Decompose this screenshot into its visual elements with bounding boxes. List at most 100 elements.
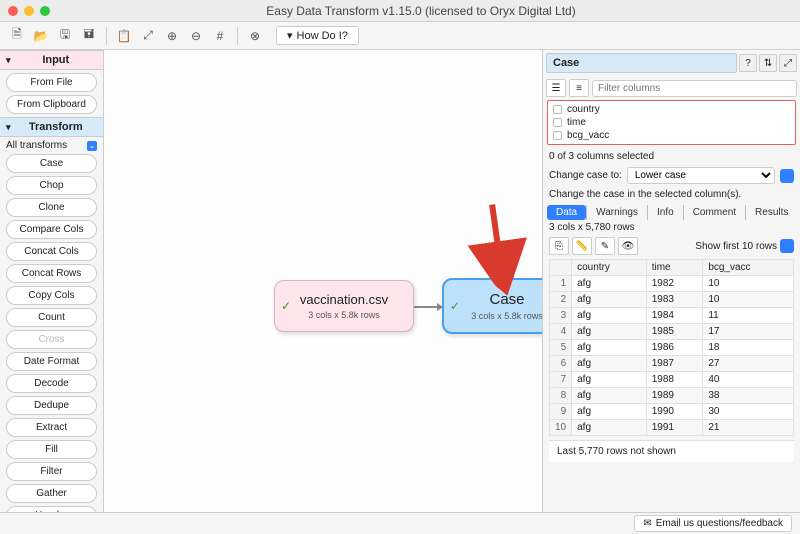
canvas[interactable]: ✓ vaccination.csv 3 cols x 5.8k rows ✓ C…: [104, 50, 542, 512]
sidebar-item-decode[interactable]: Decode: [6, 374, 97, 393]
column-header[interactable]: time: [646, 260, 703, 276]
cell: afg: [572, 292, 647, 308]
selection-info: 0 of 3 columns selected: [543, 149, 800, 164]
sidebar-item-from-clipboard[interactable]: From Clipboard: [6, 95, 97, 114]
cell: afg: [572, 276, 647, 292]
table-row: 5afg198618: [550, 340, 794, 356]
save-icon[interactable]: 🖫: [54, 26, 76, 46]
fullscreen-window-button[interactable]: [40, 6, 50, 16]
sidebar-item-copy-cols[interactable]: Copy Cols: [6, 286, 97, 305]
cell: 38: [703, 388, 794, 404]
row-number-header: [550, 260, 572, 276]
transform-filter[interactable]: All transforms⌄: [6, 140, 97, 151]
open-file-icon[interactable]: 📂: [30, 26, 52, 46]
node-subtitle: 3 cols x 5.8k rows: [471, 311, 542, 321]
input-node[interactable]: ✓ vaccination.csv 3 cols x 5.8k rows: [274, 280, 414, 332]
columns-list: countrytimebcg_vacc: [547, 100, 796, 145]
case-node[interactable]: ✓ Case 3 cols x 5.8k rows: [442, 278, 542, 334]
cell: 1986: [646, 340, 703, 356]
sidebar-item-chop[interactable]: Chop: [6, 176, 97, 195]
table-row: 7afg198840: [550, 372, 794, 388]
grid-icon[interactable]: #: [209, 26, 231, 46]
sidebar-item-filter[interactable]: Filter: [6, 462, 97, 481]
zoom-out-icon[interactable]: ⊖: [185, 26, 207, 46]
table-row: 2afg198310: [550, 292, 794, 308]
minimize-window-button[interactable]: [24, 6, 34, 16]
dimensions-label: 3 cols x 5,780 rows: [543, 220, 800, 235]
column-header[interactable]: bcg_vacc: [703, 260, 794, 276]
sidebar-item-cross[interactable]: Cross: [6, 330, 97, 349]
tab-info[interactable]: Info: [647, 205, 683, 220]
sidebar-item-header[interactable]: Header: [6, 506, 97, 512]
checkbox[interactable]: [553, 105, 562, 114]
sidebar-item-extract[interactable]: Extract: [6, 418, 97, 437]
row-number: 8: [550, 388, 572, 404]
cell: 30: [703, 404, 794, 420]
table-row: 6afg198727: [550, 356, 794, 372]
row-number: 4: [550, 324, 572, 340]
expand-icon[interactable]: ⤢: [779, 54, 797, 72]
preview-icon[interactable]: 👁: [618, 237, 638, 255]
row-number: 3: [550, 308, 572, 324]
sidebar-item-concat-rows[interactable]: Concat Rows: [6, 264, 97, 283]
row-number: 7: [550, 372, 572, 388]
checkbox[interactable]: [553, 131, 562, 140]
cell: afg: [572, 308, 647, 324]
node-title: vaccination.csv: [300, 292, 388, 307]
tab-comment[interactable]: Comment: [683, 205, 745, 220]
footer: ✉Email us questions/feedback: [0, 512, 800, 534]
input-panel-header[interactable]: ▾Input: [0, 50, 103, 70]
help-dropdown[interactable]: ▾How Do I?: [276, 26, 359, 45]
table-row: 1afg198210: [550, 276, 794, 292]
cell: 1987: [646, 356, 703, 372]
cell: 18: [703, 340, 794, 356]
edit-icon[interactable]: ✎: [595, 237, 615, 255]
change-case-label: Change case to:: [549, 170, 622, 181]
cell: 1985: [646, 324, 703, 340]
column-row[interactable]: time: [550, 116, 793, 129]
checkbox[interactable]: [553, 118, 562, 127]
copy-icon[interactable]: ⎘: [549, 237, 569, 255]
sidebar-item-count[interactable]: Count: [6, 308, 97, 327]
dropdown-indicator[interactable]: [780, 169, 794, 183]
new-file-icon[interactable]: 🗎: [6, 26, 28, 46]
remaining-rows-label: Last 5,770 rows not shown: [549, 440, 794, 462]
tab-warnings[interactable]: Warnings: [586, 205, 647, 220]
column-header[interactable]: country: [572, 260, 647, 276]
row-number: 5: [550, 340, 572, 356]
dropdown-indicator[interactable]: [780, 239, 794, 253]
sidebar-item-fill[interactable]: Fill: [6, 440, 97, 459]
sidebar-item-dedupe[interactable]: Dedupe: [6, 396, 97, 415]
measure-icon[interactable]: 📏: [572, 237, 592, 255]
table-row: 9afg199030: [550, 404, 794, 420]
sidebar-item-clone[interactable]: Clone: [6, 198, 97, 217]
change-case-select[interactable]: Lower case: [627, 167, 775, 184]
sidebar-item-case[interactable]: Case: [6, 154, 97, 173]
sidebar-item-compare-cols[interactable]: Compare Cols: [6, 220, 97, 239]
list-icon[interactable]: ≡: [569, 79, 589, 97]
column-row[interactable]: country: [550, 103, 793, 116]
tab-results[interactable]: Results: [745, 205, 797, 220]
cell: afg: [572, 420, 647, 436]
cancel-icon[interactable]: ⊗: [244, 26, 266, 46]
sidebar-item-concat-cols[interactable]: Concat Cols: [6, 242, 97, 261]
close-window-button[interactable]: [8, 6, 18, 16]
clipboard-icon[interactable]: 📋: [113, 26, 135, 46]
email-feedback-button[interactable]: ✉Email us questions/feedback: [634, 515, 792, 532]
tab-data[interactable]: Data: [547, 205, 586, 220]
help-icon[interactable]: ?: [739, 54, 757, 72]
zoom-fit-icon[interactable]: ⤢: [137, 26, 159, 46]
sidebar-item-date-format[interactable]: Date Format: [6, 352, 97, 371]
save-as-icon[interactable]: 🖬: [78, 26, 100, 46]
sidebar-item-gather[interactable]: Gather: [6, 484, 97, 503]
checklist-icon[interactable]: ☰: [546, 79, 566, 97]
zoom-in-icon[interactable]: ⊕: [161, 26, 183, 46]
link-icon[interactable]: ⇅: [759, 54, 777, 72]
transform-panel-header[interactable]: ▾Transform: [0, 117, 103, 137]
column-row[interactable]: bcg_vacc: [550, 129, 793, 142]
filter-columns-input[interactable]: [592, 80, 797, 97]
table-row: 3afg198411: [550, 308, 794, 324]
sidebar-item-from-file[interactable]: From File: [6, 73, 97, 92]
panel-title: Case: [546, 53, 737, 73]
show-rows-select[interactable]: Show first 10 rows: [695, 241, 777, 252]
